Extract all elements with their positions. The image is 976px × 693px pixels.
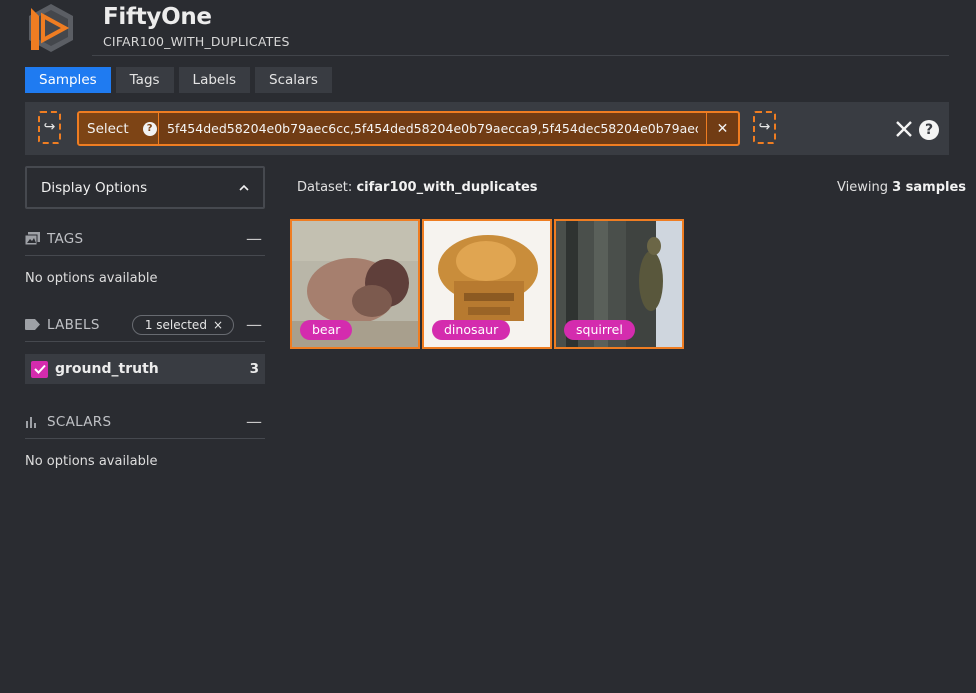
dataset-prefix: Dataset: <box>297 180 353 195</box>
labels-section-header: LABELS 1 selected × — <box>25 308 265 342</box>
image-icon <box>25 232 42 246</box>
collapse-icon[interactable]: — <box>246 229 265 248</box>
add-stage-before-button[interactable]: ↪ <box>38 111 61 144</box>
stage-name-label: Select <box>87 120 129 137</box>
view-help-button[interactable]: ? <box>919 120 939 140</box>
sample-tile[interactable]: dinosaur <box>422 219 552 349</box>
sample-label-tag: bear <box>300 320 353 340</box>
tab-scalars[interactable]: Scalars <box>255 67 332 93</box>
dataset-info: Dataset: cifar100_with_duplicates <box>297 180 538 195</box>
labels-section-title: LABELS <box>47 316 100 333</box>
tab-labels[interactable]: Labels <box>178 67 250 93</box>
dataset-value: cifar100_with_duplicates <box>356 180 538 195</box>
viewing-info: Viewing 3 samples <box>837 180 966 195</box>
scalars-section-title: SCALARS <box>47 413 112 430</box>
samples-grid: bear dinosaur squirrel <box>290 219 686 349</box>
help-icon[interactable]: ? <box>142 121 157 136</box>
bar-chart-icon <box>25 415 42 429</box>
app-title: FiftyOne <box>103 4 212 30</box>
add-stage-after-button[interactable]: ↪ <box>753 111 776 144</box>
stage-parameter-input[interactable] <box>159 113 706 144</box>
view-stage-select: Select ? ✕ <box>77 111 740 146</box>
collapse-icon[interactable]: — <box>246 315 265 334</box>
label-field-row[interactable]: ground_truth 3 <box>25 354 265 384</box>
sample-label-tag: dinosaur <box>432 320 511 340</box>
close-icon: ✕ <box>716 120 729 137</box>
sample-tile[interactable]: squirrel <box>554 219 684 349</box>
arrow-right-icon: ↪ <box>43 119 56 135</box>
remove-stage-button[interactable]: ✕ <box>706 113 738 144</box>
tags-empty-text: No options available <box>25 271 158 286</box>
dataset-name-header: CIFAR100_WITH_DUPLICATES <box>103 34 290 49</box>
collapse-icon[interactable]: — <box>246 412 265 431</box>
stage-name[interactable]: Select ? <box>79 113 159 144</box>
nav-tabs: Samples Tags Labels Scalars <box>25 67 332 93</box>
selected-count-badge[interactable]: 1 selected × <box>131 314 234 335</box>
close-icon[interactable]: × <box>213 318 223 332</box>
tags-section-title: TAGS <box>47 230 84 247</box>
label-field-name: ground_truth <box>55 361 159 377</box>
scalars-empty-text: No options available <box>25 454 158 469</box>
viewing-count: 3 samples <box>892 180 967 195</box>
clear-view-button[interactable] <box>895 116 913 144</box>
chevron-up-icon <box>239 181 249 194</box>
viewing-prefix: Viewing <box>837 180 888 195</box>
close-icon <box>896 121 912 137</box>
tags-section-header: TAGS — <box>25 222 265 256</box>
view-bar: ↪ Select ? ✕ ↪ ? <box>25 102 949 155</box>
label-icon <box>25 318 42 332</box>
fiftyone-logo <box>25 2 77 54</box>
tab-samples[interactable]: Samples <box>25 67 111 93</box>
selected-count-text: 1 selected <box>144 317 207 332</box>
display-options-toggle[interactable]: Display Options <box>25 166 265 209</box>
label-field-count: 3 <box>249 361 259 377</box>
scalars-section-header: SCALARS — <box>25 405 265 439</box>
sample-label-tag: squirrel <box>564 320 635 340</box>
arrow-right-icon: ↪ <box>758 119 771 135</box>
header-divider <box>92 55 949 56</box>
checkbox-checked-icon[interactable] <box>31 360 48 378</box>
sample-tile[interactable]: bear <box>290 219 420 349</box>
tab-tags[interactable]: Tags <box>115 67 174 93</box>
display-options-label: Display Options <box>41 179 148 196</box>
